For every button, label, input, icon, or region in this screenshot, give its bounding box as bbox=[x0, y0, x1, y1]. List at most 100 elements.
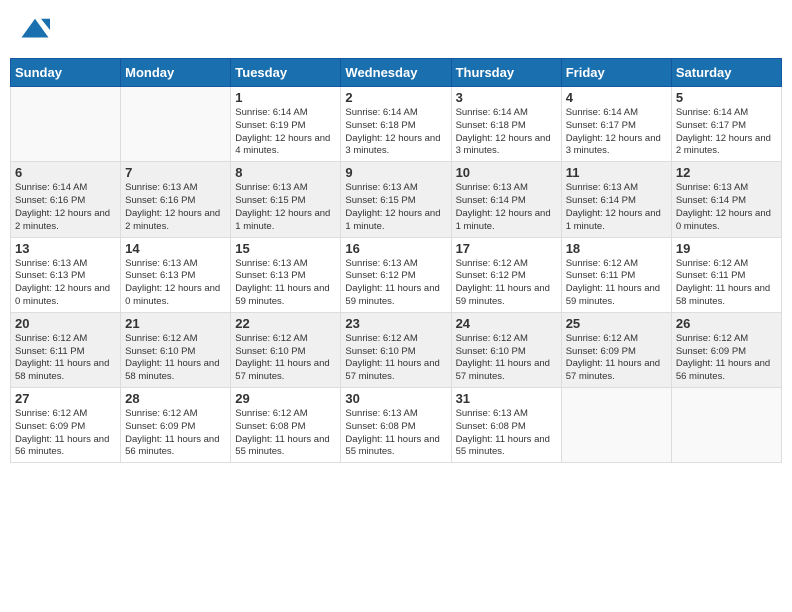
calendar-day-cell: 4 Sunrise: 6:14 AM Sunset: 6:17 PM Daylig… bbox=[561, 87, 671, 162]
day-info: Sunrise: 6:14 AM Sunset: 6:17 PM Dayligh… bbox=[566, 107, 667, 158]
day-number: 10 bbox=[456, 165, 557, 180]
calendar-day-cell: 10 Sunrise: 6:13 AM Sunset: 6:14 PM Dayli… bbox=[451, 162, 561, 237]
day-info: Sunrise: 6:14 AM Sunset: 6:18 PM Dayligh… bbox=[456, 107, 557, 158]
column-header-saturday: Saturday bbox=[671, 59, 781, 87]
calendar-day-cell: 29Sunrise: 6:12 AM Sunset: 6:08 PM Dayli… bbox=[231, 388, 341, 463]
calendar-day-cell: 5Sunrise: 6:14 AM Sunset: 6:17 PM Daylig… bbox=[671, 87, 781, 162]
calendar-day-cell: 31 Sunrise: 6:13 AM Sunset: 6:08 PM Dayli… bbox=[451, 388, 561, 463]
day-number: 20 bbox=[15, 316, 116, 331]
day-info: Sunrise: 6:12 AM Sunset: 6:10 PM Dayligh… bbox=[125, 333, 226, 384]
day-info: Sunrise: 6:14 AM Sunset: 6:18 PM Dayligh… bbox=[345, 107, 446, 158]
calendar-day-cell: 25 Sunrise: 6:12 AM Sunset: 6:09 PM Dayli… bbox=[561, 312, 671, 387]
day-number: 8 bbox=[235, 165, 336, 180]
column-header-sunday: Sunday bbox=[11, 59, 121, 87]
calendar-day-cell: 20 Sunrise: 6:12 AM Sunset: 6:11 PM Dayli… bbox=[11, 312, 121, 387]
calendar-day-cell: 24 Sunrise: 6:12 AM Sunset: 6:10 PM Dayli… bbox=[451, 312, 561, 387]
day-number: 1 bbox=[235, 90, 336, 105]
calendar-day-cell: 21 Sunrise: 6:12 AM Sunset: 6:10 PM Dayli… bbox=[121, 312, 231, 387]
day-info: Sunrise: 6:12 AM Sunset: 6:11 PM Dayligh… bbox=[566, 258, 667, 309]
day-number: 28 bbox=[125, 391, 226, 406]
calendar-header-row: SundayMondayTuesdayWednesdayThursdayFrid… bbox=[11, 59, 782, 87]
day-number: 9 bbox=[345, 165, 446, 180]
day-info: Sunrise: 6:13 AM Sunset: 6:15 PM Dayligh… bbox=[235, 182, 336, 233]
calendar-day-cell: 28 Sunrise: 6:12 AM Sunset: 6:09 PM Dayli… bbox=[121, 388, 231, 463]
calendar-day-cell: 18 Sunrise: 6:12 AM Sunset: 6:11 PM Dayli… bbox=[561, 237, 671, 312]
day-number: 27 bbox=[15, 391, 116, 406]
day-info: Sunrise: 6:13 AM Sunset: 6:14 PM Dayligh… bbox=[566, 182, 667, 233]
column-header-wednesday: Wednesday bbox=[341, 59, 451, 87]
day-info: Sunrise: 6:12 AM Sunset: 6:10 PM Dayligh… bbox=[345, 333, 446, 384]
day-number: 21 bbox=[125, 316, 226, 331]
day-info: Sunrise: 6:13 AM Sunset: 6:15 PM Dayligh… bbox=[345, 182, 446, 233]
day-number: 29 bbox=[235, 391, 336, 406]
column-header-monday: Monday bbox=[121, 59, 231, 87]
calendar-week-row: 1 Sunrise: 6:14 AM Sunset: 6:19 PM Daylig… bbox=[11, 87, 782, 162]
day-number: 4 bbox=[566, 90, 667, 105]
calendar-day-cell: 22Sunrise: 6:12 AM Sunset: 6:10 PM Dayli… bbox=[231, 312, 341, 387]
calendar-day-cell: 9 Sunrise: 6:13 AM Sunset: 6:15 PM Daylig… bbox=[341, 162, 451, 237]
calendar-day-cell: 16 Sunrise: 6:13 AM Sunset: 6:12 PM Dayli… bbox=[341, 237, 451, 312]
calendar-day-cell: 11 Sunrise: 6:13 AM Sunset: 6:14 PM Dayli… bbox=[561, 162, 671, 237]
calendar-day-cell: 26Sunrise: 6:12 AM Sunset: 6:09 PM Dayli… bbox=[671, 312, 781, 387]
day-info: Sunrise: 6:12 AM Sunset: 6:09 PM Dayligh… bbox=[566, 333, 667, 384]
day-number: 19 bbox=[676, 241, 777, 256]
calendar-day-cell bbox=[561, 388, 671, 463]
calendar-week-row: 13 Sunrise: 6:13 AM Sunset: 6:13 PM Dayli… bbox=[11, 237, 782, 312]
day-info: Sunrise: 6:14 AM Sunset: 6:17 PM Dayligh… bbox=[676, 107, 777, 158]
day-info: Sunrise: 6:13 AM Sunset: 6:13 PM Dayligh… bbox=[15, 258, 116, 309]
column-header-tuesday: Tuesday bbox=[231, 59, 341, 87]
calendar-day-cell bbox=[671, 388, 781, 463]
calendar-day-cell bbox=[11, 87, 121, 162]
day-number: 23 bbox=[345, 316, 446, 331]
calendar-day-cell: 7 Sunrise: 6:13 AM Sunset: 6:16 PM Daylig… bbox=[121, 162, 231, 237]
logo bbox=[20, 15, 54, 45]
day-info: Sunrise: 6:12 AM Sunset: 6:10 PM Dayligh… bbox=[235, 333, 336, 384]
calendar-day-cell: 30 Sunrise: 6:13 AM Sunset: 6:08 PM Dayli… bbox=[341, 388, 451, 463]
day-number: 15 bbox=[235, 241, 336, 256]
calendar-day-cell: 12Sunrise: 6:13 AM Sunset: 6:14 PM Dayli… bbox=[671, 162, 781, 237]
day-info: Sunrise: 6:14 AM Sunset: 6:16 PM Dayligh… bbox=[15, 182, 116, 233]
day-info: Sunrise: 6:13 AM Sunset: 6:12 PM Dayligh… bbox=[345, 258, 446, 309]
calendar-day-cell: 13 Sunrise: 6:13 AM Sunset: 6:13 PM Dayli… bbox=[11, 237, 121, 312]
calendar-day-cell: 8 Sunrise: 6:13 AM Sunset: 6:15 PM Daylig… bbox=[231, 162, 341, 237]
day-number: 18 bbox=[566, 241, 667, 256]
day-info: Sunrise: 6:14 AM Sunset: 6:19 PM Dayligh… bbox=[235, 107, 336, 158]
day-number: 16 bbox=[345, 241, 446, 256]
day-number: 17 bbox=[456, 241, 557, 256]
day-info: Sunrise: 6:13 AM Sunset: 6:13 PM Dayligh… bbox=[235, 258, 336, 309]
day-number: 6 bbox=[15, 165, 116, 180]
calendar-day-cell: 6 Sunrise: 6:14 AM Sunset: 6:16 PM Daylig… bbox=[11, 162, 121, 237]
day-info: Sunrise: 6:12 AM Sunset: 6:10 PM Dayligh… bbox=[456, 333, 557, 384]
day-number: 25 bbox=[566, 316, 667, 331]
day-info: Sunrise: 6:13 AM Sunset: 6:16 PM Dayligh… bbox=[125, 182, 226, 233]
day-number: 3 bbox=[456, 90, 557, 105]
day-info: Sunrise: 6:12 AM Sunset: 6:12 PM Dayligh… bbox=[456, 258, 557, 309]
day-info: Sunrise: 6:13 AM Sunset: 6:13 PM Dayligh… bbox=[125, 258, 226, 309]
day-number: 13 bbox=[15, 241, 116, 256]
day-info: Sunrise: 6:12 AM Sunset: 6:11 PM Dayligh… bbox=[15, 333, 116, 384]
calendar-day-cell: 27 Sunrise: 6:12 AM Sunset: 6:09 PM Dayli… bbox=[11, 388, 121, 463]
column-header-thursday: Thursday bbox=[451, 59, 561, 87]
calendar-week-row: 6 Sunrise: 6:14 AM Sunset: 6:16 PM Daylig… bbox=[11, 162, 782, 237]
calendar-day-cell: 2Sunrise: 6:14 AM Sunset: 6:18 PM Daylig… bbox=[341, 87, 451, 162]
day-info: Sunrise: 6:13 AM Sunset: 6:08 PM Dayligh… bbox=[456, 408, 557, 459]
day-number: 24 bbox=[456, 316, 557, 331]
page-header bbox=[10, 10, 782, 50]
day-number: 31 bbox=[456, 391, 557, 406]
day-info: Sunrise: 6:12 AM Sunset: 6:09 PM Dayligh… bbox=[125, 408, 226, 459]
calendar-day-cell: 3 Sunrise: 6:14 AM Sunset: 6:18 PM Daylig… bbox=[451, 87, 561, 162]
day-number: 11 bbox=[566, 165, 667, 180]
calendar-day-cell: 15 Sunrise: 6:13 AM Sunset: 6:13 PM Dayli… bbox=[231, 237, 341, 312]
day-info: Sunrise: 6:13 AM Sunset: 6:08 PM Dayligh… bbox=[345, 408, 446, 459]
day-number: 7 bbox=[125, 165, 226, 180]
day-info: Sunrise: 6:12 AM Sunset: 6:09 PM Dayligh… bbox=[676, 333, 777, 384]
day-info: Sunrise: 6:12 AM Sunset: 6:11 PM Dayligh… bbox=[676, 258, 777, 309]
calendar-day-cell: 23 Sunrise: 6:12 AM Sunset: 6:10 PM Dayli… bbox=[341, 312, 451, 387]
day-info: Sunrise: 6:13 AM Sunset: 6:14 PM Dayligh… bbox=[456, 182, 557, 233]
calendar-day-cell: 14 Sunrise: 6:13 AM Sunset: 6:13 PM Dayli… bbox=[121, 237, 231, 312]
day-number: 30 bbox=[345, 391, 446, 406]
calendar-week-row: 20 Sunrise: 6:12 AM Sunset: 6:11 PM Dayli… bbox=[11, 312, 782, 387]
day-info: Sunrise: 6:12 AM Sunset: 6:09 PM Dayligh… bbox=[15, 408, 116, 459]
column-header-friday: Friday bbox=[561, 59, 671, 87]
day-number: 14 bbox=[125, 241, 226, 256]
